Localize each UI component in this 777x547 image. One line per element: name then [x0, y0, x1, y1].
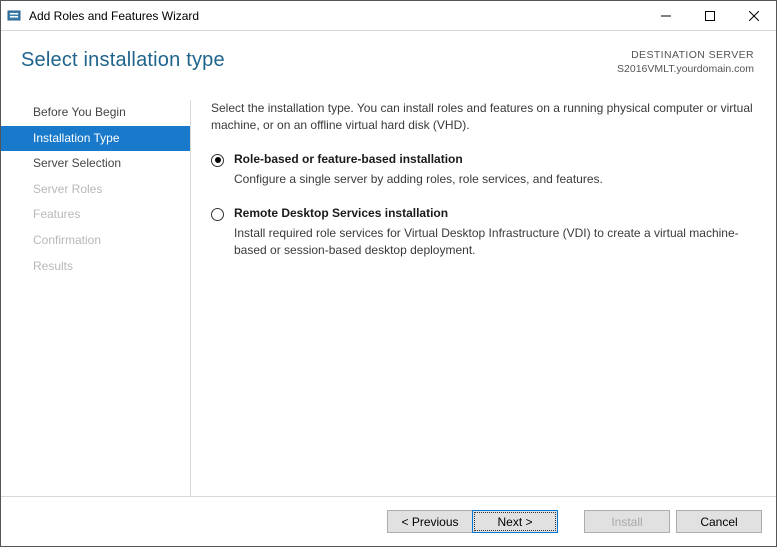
- footer: < Previous Next > Install Cancel: [1, 496, 776, 546]
- option-role-based[interactable]: Role-based or feature-based installation: [211, 152, 754, 167]
- step-server-selection[interactable]: Server Selection: [1, 151, 190, 177]
- page-title: Select installation type: [21, 49, 225, 72]
- body: Before You Begin Installation Type Serve…: [1, 86, 776, 496]
- option-role-based-title: Role-based or feature-based installation: [234, 152, 463, 166]
- titlebar: Add Roles and Features Wizard: [1, 1, 776, 31]
- minimize-button[interactable]: [644, 1, 688, 30]
- step-confirmation: Confirmation: [1, 228, 190, 254]
- sidebar: Before You Begin Installation Type Serve…: [1, 100, 191, 496]
- close-button[interactable]: [732, 1, 776, 30]
- option-rds-desc: Install required role services for Virtu…: [234, 225, 754, 260]
- nav-button-group: < Previous Next >: [387, 510, 558, 533]
- step-features: Features: [1, 202, 190, 228]
- next-button[interactable]: Next >: [472, 510, 558, 533]
- window-controls: [644, 1, 776, 30]
- option-rds[interactable]: Remote Desktop Services installation: [211, 206, 754, 221]
- header: Select installation type DESTINATION SER…: [1, 31, 776, 86]
- maximize-button[interactable]: [688, 1, 732, 30]
- install-button: Install: [584, 510, 670, 533]
- step-results: Results: [1, 254, 190, 280]
- previous-button[interactable]: < Previous: [387, 510, 473, 533]
- content: Select the installation type. You can in…: [191, 100, 776, 496]
- destination-label: DESTINATION SERVER: [617, 49, 754, 63]
- intro-text: Select the installation type. You can in…: [211, 100, 754, 134]
- option-role-based-desc: Configure a single server by adding role…: [234, 171, 754, 188]
- wizard-window: Add Roles and Features Wizard Select ins…: [0, 0, 777, 547]
- step-server-roles: Server Roles: [1, 177, 190, 203]
- radio-role-based[interactable]: [211, 154, 224, 167]
- radio-rds[interactable]: [211, 208, 224, 221]
- step-before-you-begin[interactable]: Before You Begin: [1, 100, 190, 126]
- step-installation-type[interactable]: Installation Type: [1, 126, 190, 152]
- destination-server-name: S2016VMLT.yourdomain.com: [617, 63, 754, 77]
- cancel-button[interactable]: Cancel: [676, 510, 762, 533]
- option-rds-title: Remote Desktop Services installation: [234, 206, 448, 220]
- window-title: Add Roles and Features Wizard: [29, 9, 199, 23]
- destination-block: DESTINATION SERVER S2016VMLT.yourdomain.…: [617, 49, 754, 76]
- app-icon: [7, 8, 23, 24]
